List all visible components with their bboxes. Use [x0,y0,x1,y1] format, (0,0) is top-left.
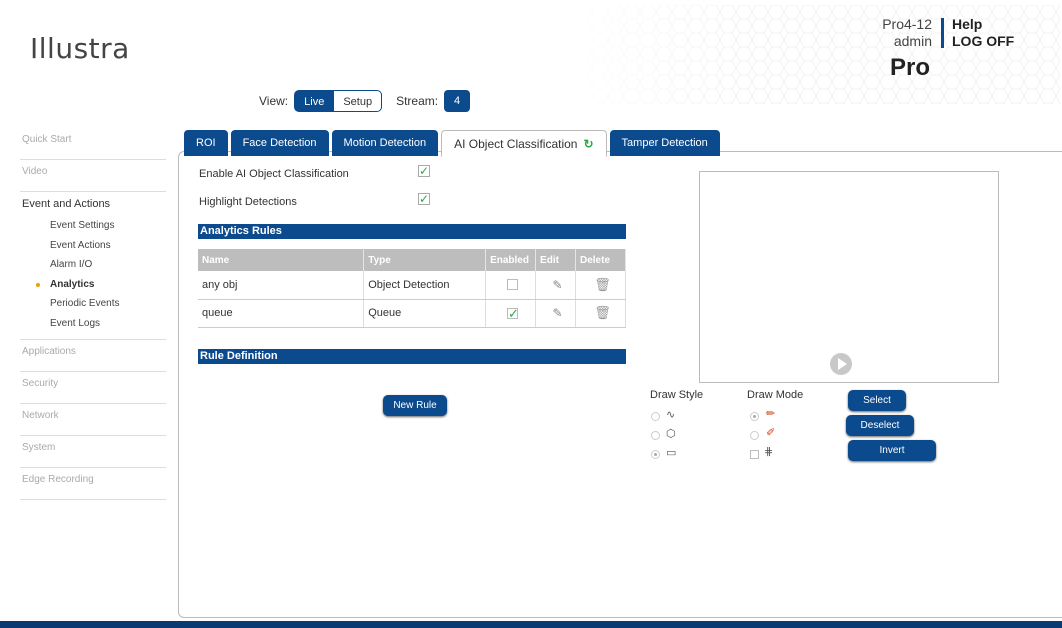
subnav-analytics[interactable]: Analytics [22,275,166,295]
highlight-detections-checkbox[interactable]: ✓ [418,193,430,205]
delete-trash-icon[interactable]: 🗑 [594,305,611,320]
rule-definition-header: Rule Definition [198,349,626,364]
edit-pencil-icon[interactable]: ✎ [552,306,562,320]
table-header-row: Name Type Enabled Edit Delete [198,249,626,271]
col-edit-header: Edit [535,249,576,271]
enable-ai-label: Enable AI Object Classification [199,168,349,180]
sidebar-nav: Quick Start Video Event and Actions Even… [20,128,166,500]
highlight-detections-label: Highlight Detections [199,196,297,208]
draw-style-freehand-radio[interactable] [651,412,660,421]
draw-style-polygon-radio[interactable] [651,431,660,440]
nav-video[interactable]: Video [20,160,166,192]
enable-ai-checkbox[interactable]: ✓ [418,165,430,177]
rule-name: queue [198,299,365,328]
view-label: View: [259,94,289,108]
draw-style-rectangle-radio[interactable] [651,450,660,459]
rule-name: any obj [198,271,365,300]
tab-motion-detection[interactable]: Motion Detection [331,130,439,156]
col-enabled-header: Enabled [485,249,537,271]
nav-applications[interactable]: Applications [20,340,166,372]
edit-pencil-icon[interactable]: ✎ [552,278,562,292]
play-icon[interactable] [830,353,852,375]
user-name: admin [893,33,932,49]
live-toggle[interactable]: Live [294,90,335,112]
subnav-analytics-label: Analytics [50,278,95,290]
nav-event-and-actions-label: Event and Actions [22,198,111,210]
col-name-header: Name [198,249,365,271]
stream-label: Stream: [396,94,439,108]
subnav-event-logs[interactable]: Event Logs [22,314,166,334]
rule-type: Object Detection [363,271,487,300]
tab-face-detection[interactable]: Face Detection [230,130,329,156]
subnav-alarm-io[interactable]: Alarm I/O [22,255,166,275]
analytics-tabs: ROI Face Detection Motion Detection AI O… [184,130,723,157]
col-type-header: Type [363,249,487,271]
rectangle-icon: ▭ [666,447,677,459]
refresh-icon[interactable]: ↻ [583,137,593,151]
footer-bar [0,621,1062,628]
grid-icon: ⋕ [764,446,774,458]
nav-quick-start[interactable]: Quick Start [20,128,166,160]
freehand-icon: ∿ [666,409,676,421]
tab-ai-object-classification[interactable]: AI Object Classification ↻ [441,130,607,157]
table-row[interactable]: queue Queue ✓ ✎ 🗑 [198,299,626,328]
rule-type: Queue [363,299,487,328]
setup-toggle[interactable]: Setup [334,90,383,112]
polygon-icon: ⬡ [666,428,676,440]
delete-trash-icon[interactable]: 🗑 [594,277,611,292]
analytics-rules-table: Name Type Enabled Edit Delete any obj Ob… [198,249,626,328]
current-page-dot-icon [36,282,40,287]
account-divider [941,18,944,48]
draw-mode-eraser-radio[interactable] [750,431,759,440]
eraser-icon: ✐ [766,427,776,439]
nav-event-and-actions[interactable]: Event and Actions Event Settings Event A… [20,192,166,340]
product-tier-label: Pro [890,54,931,81]
analytics-rules-header: Analytics Rules [198,224,626,239]
invert-selection-button[interactable]: Invert Selection [848,440,936,477]
nav-security[interactable]: Security [20,372,166,404]
table-row[interactable]: any obj Object Detection ✎ 🗑 [198,271,626,300]
rule-enabled-checkbox[interactable] [507,279,519,291]
deselect-all-button[interactable]: Deselect All [846,415,914,452]
subnav-event-settings[interactable]: Event Settings [22,216,166,236]
col-delete-header: Delete [575,249,626,271]
draw-mode-label: Draw Mode [747,389,804,401]
help-link[interactable]: Help [952,16,982,32]
draw-mode-pencil-radio[interactable] [750,412,759,421]
tab-ai-object-classification-label: AI Object Classification [454,137,578,151]
nav-edge-recording[interactable]: Edge Recording [20,468,166,500]
select-all-button[interactable]: Select All [848,390,906,427]
logoff-link[interactable]: LOG OFF [952,33,1014,49]
hexagon-pattern-background [560,5,1060,105]
stream-selector[interactable]: 4 [444,90,471,112]
view-controls: View: Live Setup Stream: 4 [259,90,471,112]
illustra-logo: Illustra [30,32,130,65]
draw-style-label: Draw Style [650,389,704,401]
nav-network[interactable]: Network [20,404,166,436]
rule-enabled-checkbox[interactable]: ✓ [507,307,519,320]
tab-tamper-detection[interactable]: Tamper Detection [609,130,720,156]
new-rule-button[interactable]: New Rule [383,395,447,416]
pencil-icon: ✏ [766,408,776,420]
tab-roi[interactable]: ROI [184,130,228,156]
grid-checkbox[interactable] [750,450,759,459]
camera-model: Pro4-12 [882,16,932,32]
subnav-event-actions[interactable]: Event Actions [22,236,166,256]
subnav-periodic-events[interactable]: Periodic Events [22,294,166,314]
nav-system[interactable]: System [20,436,166,468]
video-preview[interactable] [699,171,999,383]
